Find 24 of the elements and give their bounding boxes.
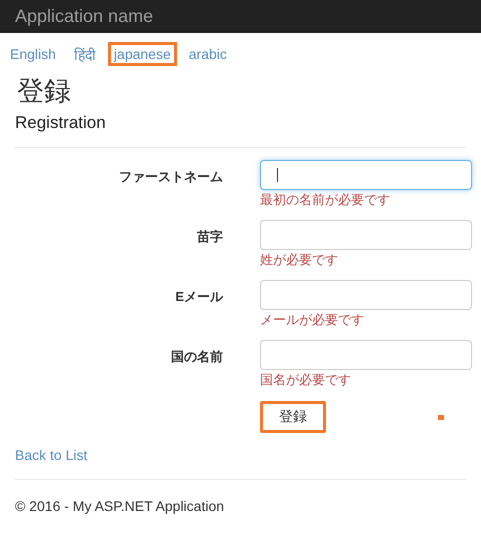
input-field[interactable] xyxy=(260,220,472,250)
language-link[interactable]: arabic xyxy=(182,42,233,66)
app-brand[interactable]: Application name xyxy=(15,6,154,27)
back-link[interactable]: Back to List xyxy=(15,447,88,463)
field-label: 苗字 xyxy=(196,228,223,246)
validation-error: 最初の名前が必要です xyxy=(260,192,391,208)
validation-error: 姓が必要です xyxy=(260,252,339,268)
page-subheading: Registration xyxy=(15,113,107,133)
register-button[interactable]: 登録 xyxy=(260,401,326,433)
language-link[interactable]: japanese xyxy=(108,42,177,66)
field-label: Eメール xyxy=(174,288,223,306)
annotation-marker xyxy=(438,414,444,420)
language-link[interactable]: English xyxy=(4,42,62,66)
input-field[interactable] xyxy=(260,340,472,370)
page-heading: 登録 xyxy=(17,75,72,109)
language-link[interactable]: हिंदी xyxy=(68,40,102,68)
field-label: ファーストネーム xyxy=(118,168,223,186)
field-label: 国の名前 xyxy=(170,348,223,366)
input-field[interactable] xyxy=(260,160,472,190)
validation-error: 国名が必要です xyxy=(260,372,352,388)
validation-error: メールが必要です xyxy=(260,312,365,328)
footer-text: © 2016 - My ASP.NET Application xyxy=(15,498,226,514)
text-cursor xyxy=(277,168,278,182)
input-field[interactable] xyxy=(260,280,472,310)
